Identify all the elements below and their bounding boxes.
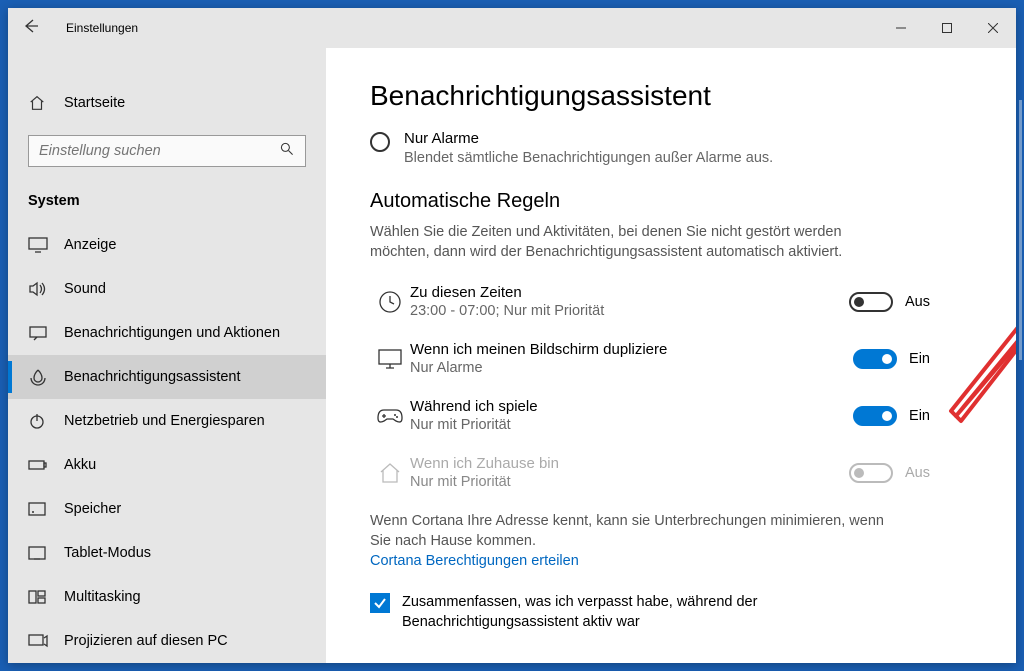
auto-rules-desc: Wählen Sie die Zeiten und Aktivitäten, b… xyxy=(370,223,890,262)
sidebar-item-label: Speicher xyxy=(64,501,121,517)
search-icon xyxy=(279,141,295,161)
search-input[interactable] xyxy=(39,143,279,159)
sidebar-item-power[interactable]: Netzbetrieb und Energiesparen xyxy=(8,399,326,443)
sidebar-item-storage[interactable]: Speicher xyxy=(8,487,326,531)
tablet-icon xyxy=(28,546,64,560)
storage-icon xyxy=(28,502,64,516)
rule-desc: Nur mit Priorität xyxy=(410,474,849,490)
power-icon xyxy=(28,412,64,430)
sidebar-item-label: Benachrichtigungen und Aktionen xyxy=(64,325,280,341)
auto-rules-heading: Automatische Regeln xyxy=(370,190,972,213)
sidebar-item-sound[interactable]: Sound xyxy=(8,267,326,311)
multitask-icon xyxy=(28,590,64,604)
focus-assist-icon xyxy=(28,368,64,386)
sidebar-item-label: Akku xyxy=(64,457,96,473)
game-icon xyxy=(370,406,410,426)
rule-gaming[interactable]: Während ich spiele Nur mit Priorität Ein xyxy=(370,398,930,433)
project-icon xyxy=(28,634,64,648)
radio-icon[interactable] xyxy=(370,132,390,152)
home-icon xyxy=(28,94,64,112)
rule-times[interactable]: Zu diesen Zeiten 23:00 - 07:00; Nur mit … xyxy=(370,284,930,319)
rule-label: Während ich spiele xyxy=(410,398,853,415)
sidebar-item-label: Multitasking xyxy=(64,589,141,605)
home-icon xyxy=(370,461,410,485)
back-button[interactable] xyxy=(22,17,50,40)
rule-desc: Nur mit Priorität xyxy=(410,417,853,433)
rule-home: Wenn ich Zuhause bin Nur mit Priorität A… xyxy=(370,455,930,490)
search-input-wrap[interactable] xyxy=(28,135,306,167)
sidebar-item-label: Projizieren auf diesen PC xyxy=(64,633,228,649)
back-arrow-icon xyxy=(22,17,40,35)
toggle-label: Ein xyxy=(909,408,930,424)
sidebar-item-focus-assist[interactable]: Benachrichtigungsassistent xyxy=(8,355,326,399)
close-button[interactable] xyxy=(970,8,1016,48)
checkbox-icon[interactable] xyxy=(370,593,390,613)
nav-list: Anzeige Sound Benachrichtigungen und Akt… xyxy=(8,223,326,663)
sidebar-item-label: Tablet-Modus xyxy=(64,545,151,561)
section-label: System xyxy=(8,183,326,223)
priority-alarms-only-radio-row[interactable]: Nur Alarme Blendet sämtliche Benachricht… xyxy=(370,130,890,166)
rule-duplicate-display[interactable]: Wenn ich meinen Bildschirm dupliziere Nu… xyxy=(370,341,930,376)
cortana-permissions-link[interactable]: Cortana Berechtigungen erteilen xyxy=(370,553,972,569)
desktop-scrollbar[interactable] xyxy=(1019,100,1022,360)
toggle-gaming[interactable] xyxy=(853,406,897,426)
notifications-icon xyxy=(28,325,64,341)
rule-desc: Nur Alarme xyxy=(410,360,853,376)
maximize-button[interactable] xyxy=(924,8,970,48)
minimize-button[interactable] xyxy=(878,8,924,48)
checkbox-label: Zusammenfassen, was ich verpasst habe, w… xyxy=(402,593,890,632)
rule-label: Zu diesen Zeiten xyxy=(410,284,849,301)
sidebar-item-battery[interactable]: Akku xyxy=(8,443,326,487)
sidebar-item-project[interactable]: Projizieren auf diesen PC xyxy=(8,619,326,663)
toggle-times[interactable] xyxy=(849,292,893,312)
sidebar: Startseite System Anzeige Sound xyxy=(8,48,326,663)
rule-desc: 23:00 - 07:00; Nur mit Priorität xyxy=(410,303,849,319)
sidebar-item-label: Sound xyxy=(64,281,106,297)
display-icon xyxy=(28,237,64,253)
cortana-note: Wenn Cortana Ihre Adresse kennt, kann si… xyxy=(370,512,890,551)
titlebar: Einstellungen xyxy=(8,8,1016,48)
clock-icon xyxy=(370,289,410,315)
sidebar-item-tablet[interactable]: Tablet-Modus xyxy=(8,531,326,575)
rule-label: Wenn ich meinen Bildschirm dupliziere xyxy=(410,341,853,358)
battery-icon xyxy=(28,458,64,472)
content-pane[interactable]: Benachrichtigungsassistent Nur Alarme Bl… xyxy=(326,48,1016,663)
toggle-label: Aus xyxy=(905,465,930,481)
summary-checkbox-row[interactable]: Zusammenfassen, was ich verpasst habe, w… xyxy=(370,593,890,632)
monitor-icon xyxy=(370,348,410,370)
home-label: Startseite xyxy=(64,95,125,111)
radio-label: Nur Alarme xyxy=(404,130,773,147)
sidebar-item-display[interactable]: Anzeige xyxy=(8,223,326,267)
sound-icon xyxy=(28,281,64,297)
toggle-label: Ein xyxy=(909,351,930,367)
sidebar-item-notifications[interactable]: Benachrichtigungen und Aktionen xyxy=(8,311,326,355)
rule-label: Wenn ich Zuhause bin xyxy=(410,455,849,472)
toggle-label: Aus xyxy=(905,294,930,310)
window-title: Einstellungen xyxy=(50,21,138,35)
toggle-duplicate[interactable] xyxy=(853,349,897,369)
radio-desc: Blendet sämtliche Benachrichtigungen auß… xyxy=(404,150,773,166)
page-title: Benachrichtigungsassistent xyxy=(370,80,972,112)
settings-window: Einstellungen Startseite System xyxy=(8,8,1016,663)
home-link[interactable]: Startseite xyxy=(8,80,326,125)
sidebar-item-multitask[interactable]: Multitasking xyxy=(8,575,326,619)
toggle-home xyxy=(849,463,893,483)
sidebar-item-label: Netzbetrieb und Energiesparen xyxy=(64,413,265,429)
sidebar-item-label: Anzeige xyxy=(64,237,116,253)
sidebar-item-label: Benachrichtigungsassistent xyxy=(64,369,241,385)
